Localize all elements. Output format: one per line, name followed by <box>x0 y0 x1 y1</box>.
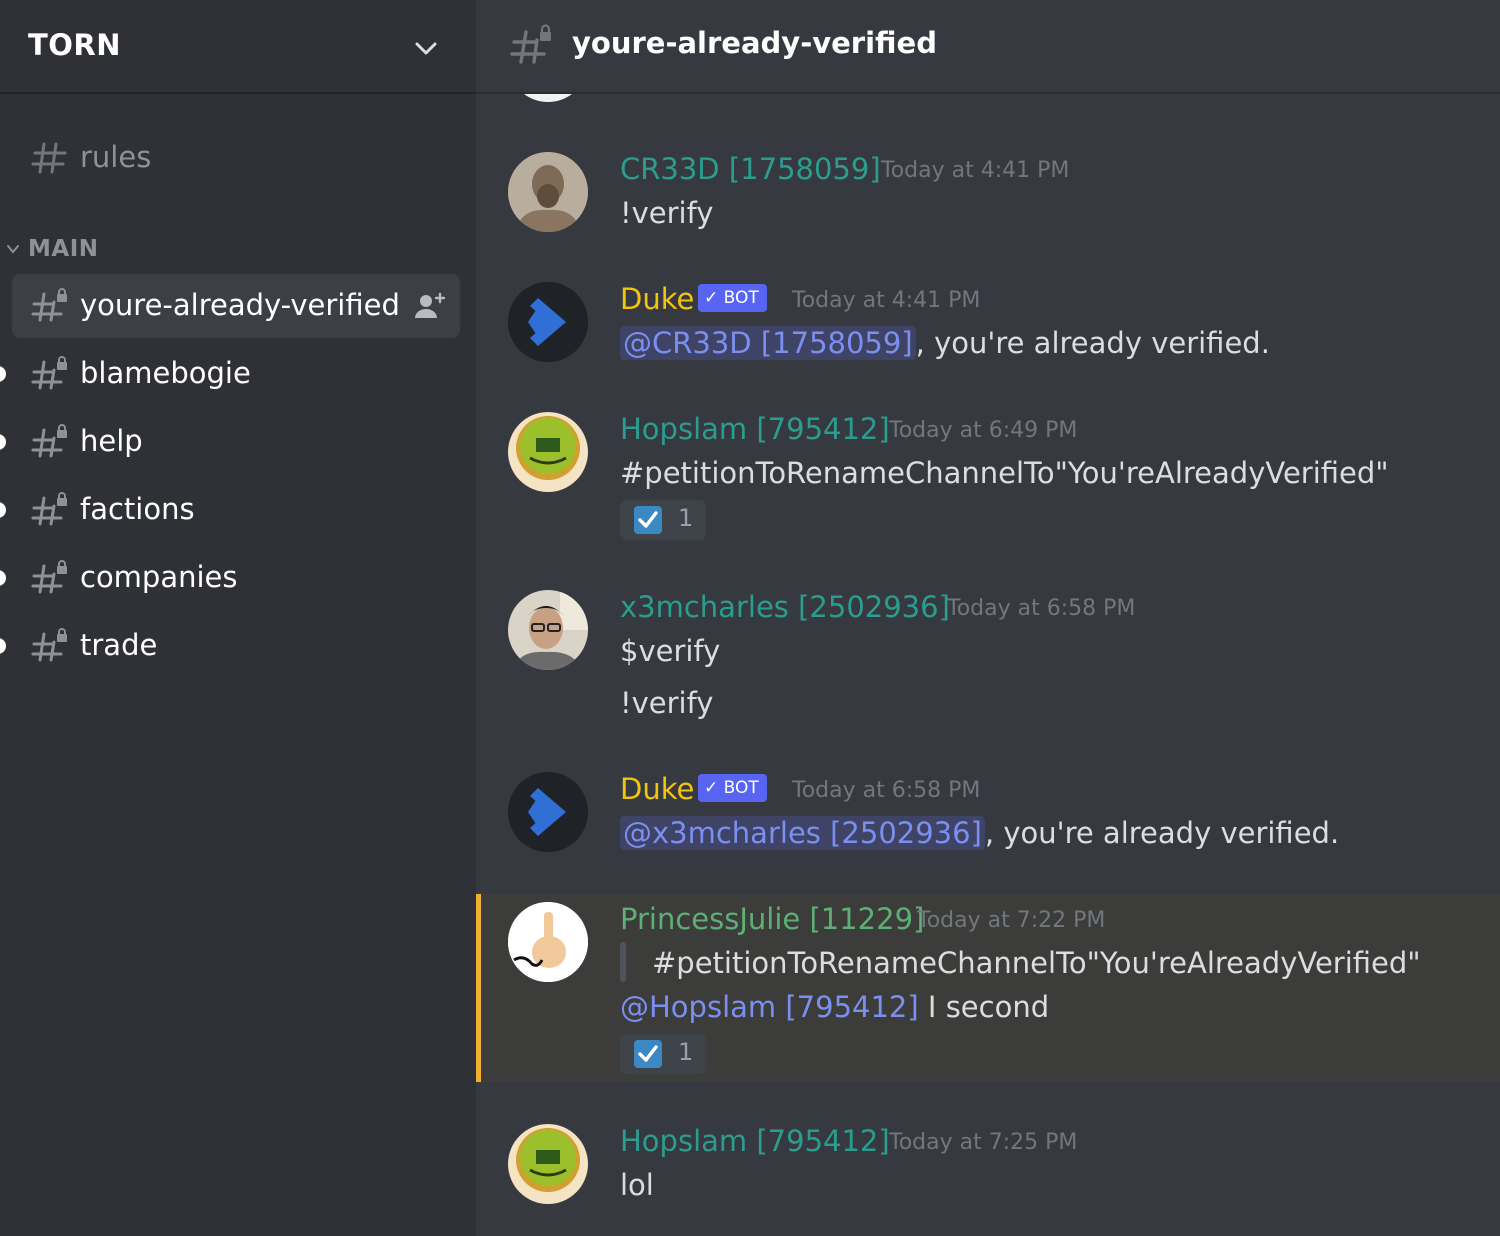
avatar[interactable] <box>508 282 588 362</box>
channel-label: rules <box>80 140 152 174</box>
username[interactable]: Duke <box>620 772 694 806</box>
quote-bar <box>620 942 626 982</box>
chevron-down-icon[interactable] <box>412 34 440 62</box>
channel-label: trade <box>80 628 158 662</box>
username[interactable]: CR33D [1758059] <box>620 152 881 186</box>
channel-rules[interactable]: rules <box>12 126 460 190</box>
user-mention[interactable]: @x3mcharles [2502936] <box>620 816 985 850</box>
chat-area: youre-already-verified CR33D [1758059] T… <box>476 0 1500 1236</box>
user-mention[interactable]: @CR33D [1758059] <box>620 326 916 360</box>
message: Duke ✓ BOT Today at 6:58 PM @x3mcharles … <box>476 750 1500 880</box>
check-mark-icon <box>634 1040 662 1068</box>
message-text: @CR33D [1758059], you're already verifie… <box>620 326 1270 360</box>
bot-badge-label: BOT <box>723 778 759 798</box>
locked-channel-icon <box>31 628 67 662</box>
channel-label: help <box>80 424 143 458</box>
bot-badge-label: BOT <box>723 288 759 308</box>
message: Hopslam [795412] Today at 6:49 PM #petit… <box>476 390 1500 560</box>
message-text: @x3mcharles [2502936], you're already ve… <box>620 816 1339 850</box>
locked-channel-icon <box>31 288 67 322</box>
channel-label: companies <box>80 560 238 594</box>
user-mention[interactable]: @Hopslam [795412] <box>620 990 919 1024</box>
channel-title: youre-already-verified <box>572 26 937 60</box>
channel-blamebogie[interactable]: blamebogie <box>12 342 460 406</box>
unread-indicator <box>0 570 6 586</box>
channel-label: blamebogie <box>80 356 251 390</box>
reaction-button[interactable]: 1 <box>620 500 706 540</box>
avatar[interactable] <box>508 412 588 492</box>
reaction-count: 1 <box>678 504 694 532</box>
locked-channel-icon <box>510 24 551 64</box>
message-highlighted: PrincessJulie [11229] Today at 7:22 PM #… <box>476 894 1500 1082</box>
timestamp: Today at 7:25 PM <box>889 1130 1078 1155</box>
message-text: $verify <box>620 634 721 668</box>
channel-companies[interactable]: companies <box>12 546 460 610</box>
message-text: @Hopslam [795412] I second <box>620 990 1049 1024</box>
channel-sidebar: TORN rules MAIN youre-already-verified b… <box>0 0 476 1236</box>
locked-channel-icon <box>31 492 67 526</box>
message: Duke ✓ BOT Today at 4:41 PM @CR33D [1758… <box>476 260 1500 380</box>
unread-indicator <box>0 366 6 382</box>
bot-badge: ✓ BOT <box>698 284 767 312</box>
avatar[interactable] <box>508 152 588 232</box>
timestamp: Today at 6:58 PM <box>947 596 1136 621</box>
message: x3mcharles [2502936] Today at 6:58 PM $v… <box>476 568 1500 748</box>
message-text: #petitionToRenameChannelTo"You'reAlready… <box>620 456 1389 490</box>
channel-label: youre-already-verified <box>80 288 400 322</box>
verified-check-icon: ✓ <box>704 288 719 308</box>
channel-trade[interactable]: trade <box>12 614 460 678</box>
timestamp: Today at 4:41 PM <box>792 288 981 313</box>
unread-indicator <box>0 434 6 450</box>
message: CR33D [1758059] Today at 4:41 PM !verify <box>476 130 1500 250</box>
channel-youre-already-verified[interactable]: youre-already-verified <box>12 274 460 338</box>
avatar[interactable] <box>508 1124 588 1204</box>
server-name: TORN <box>28 28 122 62</box>
message: Hopslam [795412] Today at 7:25 PM lol <box>476 1102 1500 1232</box>
timestamp: Today at 7:22 PM <box>917 908 1106 933</box>
unread-indicator <box>0 638 6 654</box>
category-label: MAIN <box>28 236 99 262</box>
username[interactable]: Duke <box>620 282 694 316</box>
avatar[interactable] <box>508 772 588 852</box>
reaction-button[interactable]: 1 <box>620 1034 706 1074</box>
avatar[interactable] <box>508 902 588 982</box>
check-mark-icon <box>634 506 662 534</box>
message-text: !verify <box>620 686 714 720</box>
message-body: , you're already verified. <box>915 326 1270 360</box>
locked-channel-icon <box>31 560 67 594</box>
server-header[interactable]: TORN <box>0 0 476 94</box>
username[interactable]: Hopslam [795412] <box>620 412 890 446</box>
username[interactable]: x3mcharles [2502936] <box>620 590 950 624</box>
username[interactable]: PrincessJulie [11229] <box>620 902 924 936</box>
username[interactable]: Hopslam [795412] <box>620 1124 890 1158</box>
channel-help[interactable]: help <box>12 410 460 474</box>
channel-header: youre-already-verified <box>476 0 1500 94</box>
message-text: lol <box>620 1168 654 1202</box>
avatar[interactable] <box>508 590 588 670</box>
unread-indicator <box>0 502 6 518</box>
timestamp: Today at 6:49 PM <box>889 418 1078 443</box>
locked-channel-icon <box>31 356 67 390</box>
timestamp: Today at 4:41 PM <box>881 158 1070 183</box>
channel-label: factions <box>80 492 195 526</box>
message-text: !verify <box>620 196 714 230</box>
chevron-down-icon <box>7 245 19 254</box>
verified-check-icon: ✓ <box>704 778 719 798</box>
channel-factions[interactable]: factions <box>12 478 460 542</box>
locked-channel-icon <box>31 424 67 458</box>
text-channel-icon <box>31 142 67 174</box>
bot-badge: ✓ BOT <box>698 774 767 802</box>
timestamp: Today at 6:58 PM <box>792 778 981 803</box>
message-body: I second <box>927 990 1050 1024</box>
create-invite-icon[interactable] <box>412 290 448 322</box>
message-body: , you're already verified. <box>984 816 1340 850</box>
reaction-count: 1 <box>678 1038 694 1066</box>
quote-text: #petitionToRenameChannelTo"You'reAlready… <box>652 946 1421 980</box>
